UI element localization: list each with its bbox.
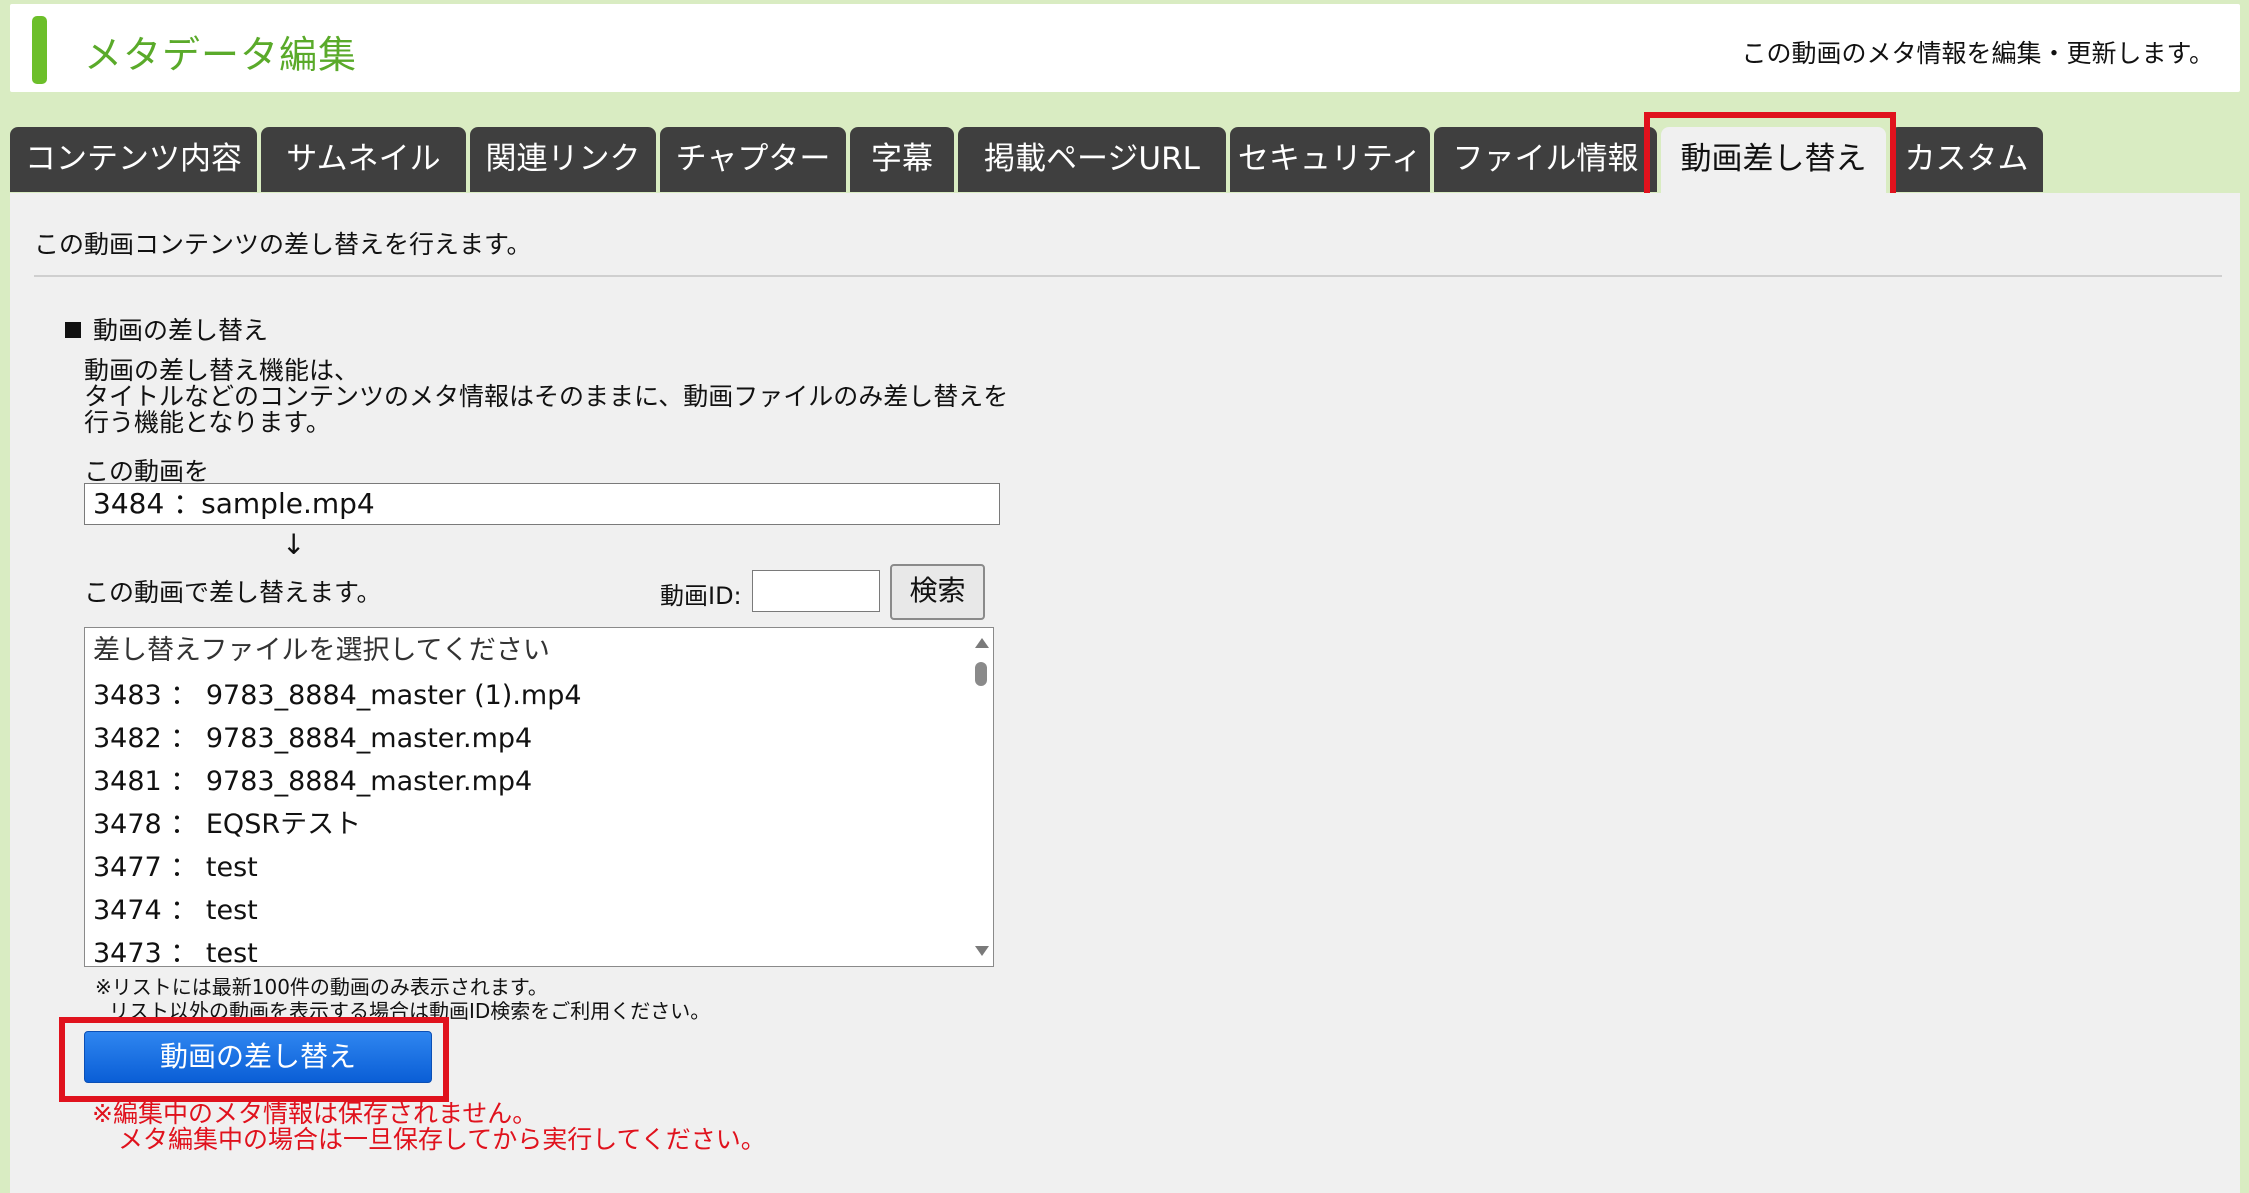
section-title: 動画の差し替え: [93, 316, 269, 345]
list-item[interactable]: 3474 ： test: [93, 888, 258, 927]
tab-file-info[interactable]: ファイル情報: [1434, 127, 1657, 192]
page-description: この動画のメタ情報を編集・更新します。: [1741, 39, 2214, 68]
list-note: ※リストには最新100件の動画のみ表示されます。 リスト以外の動画を表示する場合…: [95, 975, 710, 1023]
tab-subtitles[interactable]: 字幕: [850, 127, 954, 192]
section-heading: 動画の差し替え: [65, 311, 268, 347]
warning-line: ※編集中のメタ情報は保存されません。: [92, 1099, 538, 1128]
replace-label: この動画で差し替えます。: [84, 578, 382, 607]
search-button[interactable]: 検索: [890, 564, 985, 620]
current-video-field: 3484 ：sample.mp4: [84, 483, 1000, 525]
highlight-box-button: [59, 1017, 449, 1102]
description: 動画の差し替え機能は、 タイトルなどのコンテンツのメタ情報はそのままに、動画ファ…: [84, 358, 1008, 436]
list-placeholder[interactable]: 差し替えファイルを選択してください: [93, 628, 550, 667]
list-item[interactable]: 3478 ： EQSRテスト: [93, 802, 361, 841]
list-scrollbar[interactable]: [969, 628, 993, 966]
title-accent-bar: [32, 16, 47, 84]
list-item[interactable]: 3473 ： test: [93, 931, 258, 966]
scroll-up-icon[interactable]: [975, 638, 989, 648]
tab-content[interactable]: コンテンツ内容: [10, 127, 257, 192]
page-header: メタデータ編集 この動画のメタ情報を編集・更新します。: [10, 4, 2240, 92]
description-line: 動画の差し替え機能は、: [84, 356, 360, 385]
replacement-video-list[interactable]: 差し替えファイルを選択してください 3483 ： 9783_8884_maste…: [84, 627, 994, 967]
list-item[interactable]: 3477 ： test: [93, 845, 258, 884]
tab-security[interactable]: セキュリティ: [1230, 127, 1430, 192]
description-line: タイトルなどのコンテンツのメタ情報はそのままに、動画ファイルのみ差し替えを: [84, 382, 1009, 411]
tab-custom[interactable]: カスタム: [1890, 127, 2043, 192]
tab-related-links[interactable]: 関連リンク: [470, 127, 656, 192]
list-item[interactable]: 3483 ： 9783_8884_master (1).mp4: [93, 673, 582, 712]
divider: [34, 275, 2222, 277]
tab-chapters[interactable]: チャプター: [660, 127, 846, 192]
note-line: ※リストには最新100件の動画のみ表示されます。: [95, 975, 548, 999]
intro-text: この動画コンテンツの差し替えを行えます。: [34, 230, 532, 259]
video-id-input[interactable]: [752, 570, 880, 612]
video-id-label: 動画ID:: [660, 582, 742, 610]
scroll-thumb[interactable]: [975, 662, 987, 686]
list-item[interactable]: 3481 ： 9783_8884_master.mp4: [93, 759, 532, 798]
list-item[interactable]: 3482 ： 9783_8884_master.mp4: [93, 716, 532, 755]
tab-thumbnail[interactable]: サムネイル: [261, 127, 466, 192]
tab-page-url[interactable]: 掲載ページURL: [958, 127, 1226, 192]
scroll-down-icon[interactable]: [975, 946, 989, 956]
square-bullet-icon: [65, 322, 81, 338]
description-line: 行う機能となります。: [84, 408, 331, 437]
down-arrow-icon: ↓: [282, 528, 306, 561]
warning-line: メタ編集中の場合は一旦保存してから実行してください。: [118, 1125, 766, 1154]
tab-bar: コンテンツ内容 サムネイル 関連リンク チャプター 字幕 掲載ページURL セキ…: [10, 127, 2240, 194]
warning-message: ※編集中のメタ情報は保存されません。 メタ編集中の場合は一旦保存してから実行して…: [92, 1101, 766, 1153]
page-title: メタデータ編集: [84, 33, 358, 77]
